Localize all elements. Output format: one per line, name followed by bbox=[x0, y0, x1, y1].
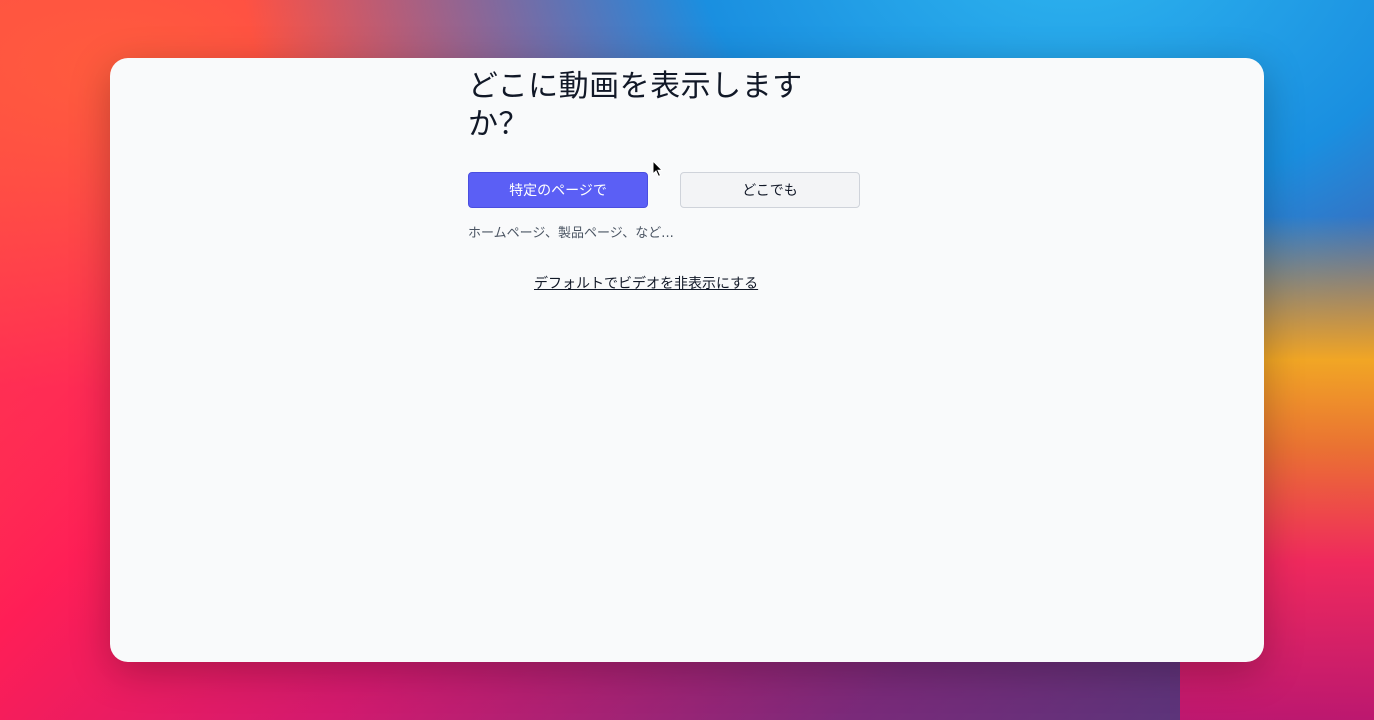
hide-video-by-default-link[interactable]: デフォルトでビデオを非表示にする bbox=[534, 273, 758, 293]
placement-options: 特定のページで どこでも bbox=[468, 172, 868, 208]
page-title: どこに動画を表示しますか？ bbox=[468, 69, 803, 142]
app-window: どこに動画を表示しますか？ 特定のページで どこでも ホームページ、製品ページ、… bbox=[110, 58, 1264, 662]
specific-pages-button[interactable]: 特定のページで bbox=[468, 172, 648, 208]
everywhere-button[interactable]: どこでも bbox=[680, 172, 860, 208]
desktop-wallpaper: どこに動画を表示しますか？ 特定のページで どこでも ホームページ、製品ページ、… bbox=[0, 0, 1374, 720]
mouse-pointer-icon bbox=[652, 160, 664, 178]
video-placement-panel: どこに動画を表示しますか？ 特定のページで どこでも ホームページ、製品ページ、… bbox=[468, 58, 868, 292]
specific-pages-hint: ホームページ、製品ページ、など... bbox=[468, 226, 674, 241]
